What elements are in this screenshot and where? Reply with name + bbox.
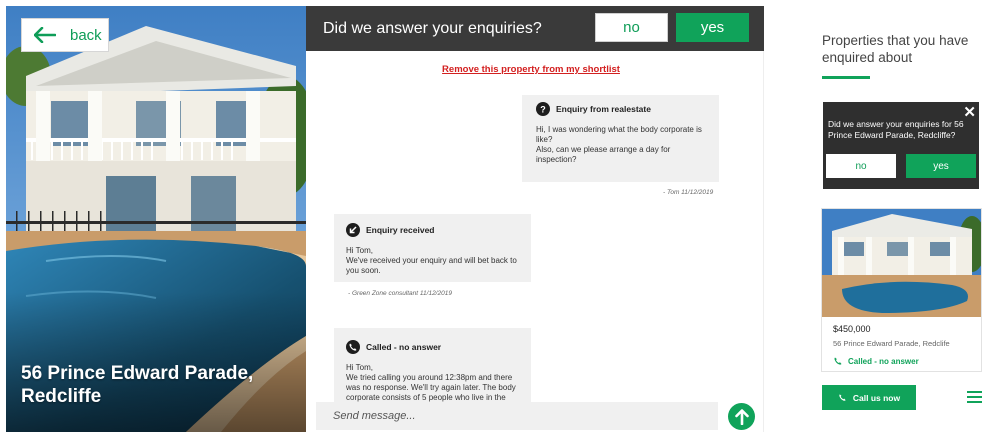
svg-text:?: ? <box>540 105 546 115</box>
arrow-left-icon <box>34 27 56 43</box>
property-address: 56 Prince Edward Parade, Redclife <box>833 339 950 348</box>
phone-icon <box>839 394 846 401</box>
yes-button[interactable]: yes <box>676 13 749 42</box>
call-us-now-label: Call us now <box>852 392 901 403</box>
feedback-question: Did we answer your enquiries? <box>323 20 542 37</box>
message-body: Hi Tom, We tried calling you around 12:3… <box>346 363 516 402</box>
property-address-title: 56 Prince Edward Parade, Redcliffe <box>21 363 254 407</box>
send-button[interactable] <box>728 403 755 430</box>
message-body: Hi, I was wondering what the body corpor… <box>536 125 702 164</box>
feedback-popup: ✕ Did we answer your enquiries for 56 Pr… <box>823 102 979 189</box>
question-icon: ? <box>536 102 550 116</box>
message-body: Hi Tom, We've received your enquiry and … <box>346 246 517 275</box>
message-input[interactable]: Send message... <box>316 402 718 430</box>
phone-icon <box>834 357 842 365</box>
no-button[interactable]: no <box>595 13 668 42</box>
message-signature: - Tom 11/12/2019 <box>663 189 714 196</box>
message-title: Enquiry from realestate <box>556 104 651 114</box>
message-title: Enquiry received <box>366 225 435 235</box>
property-hero: back 56 Prince Edward Parade, Redcliffe <box>6 6 306 432</box>
property-thumbnail <box>822 209 981 317</box>
message-signature: - Green Zone consultant 11/12/2019 <box>348 290 452 297</box>
message-title: Called - no answer <box>366 342 442 352</box>
property-price: $450,000 <box>833 324 871 334</box>
hamburger-menu-icon[interactable] <box>967 391 982 403</box>
back-label: back <box>70 26 102 44</box>
message-bubble-enquiry: ? Enquiry from realestate Hi, I was wond… <box>522 95 719 182</box>
call-status: Called - no answer <box>833 356 919 366</box>
arrow-in-icon <box>346 223 360 237</box>
title-underline <box>822 76 870 79</box>
enquired-properties-sidebar: Properties that you have enquired about … <box>810 18 992 418</box>
call-us-now-button[interactable]: Call us now <box>822 385 916 410</box>
feedback-header: Did we answer your enquiries? no yes <box>306 6 764 51</box>
enquiry-chat-panel: Did we answer your enquiries? no yes Rem… <box>306 6 764 432</box>
message-bubble-called: Called - no answer Hi Tom, We tried call… <box>334 328 531 402</box>
popup-no-button[interactable]: no <box>826 154 896 178</box>
property-card[interactable]: $450,000 56 Prince Edward Parade, Redcli… <box>821 208 982 372</box>
sidebar-title: Properties that you have enquired about <box>822 33 969 65</box>
back-button[interactable]: back <box>21 18 109 52</box>
popup-yes-button[interactable]: yes <box>906 154 976 178</box>
arrow-up-icon <box>734 408 749 425</box>
remove-from-shortlist-link[interactable]: Remove this property from my shortlist <box>306 64 756 75</box>
call-status-label: Called - no answer <box>848 356 919 366</box>
feedback-popup-text: Did we answer your enquiries for 56 Prin… <box>828 119 964 140</box>
app-root: back 56 Prince Edward Parade, Redcliffe … <box>0 0 1000 439</box>
phone-icon <box>346 340 360 354</box>
message-bubble-received: Enquiry received Hi Tom, We've received … <box>334 214 531 282</box>
